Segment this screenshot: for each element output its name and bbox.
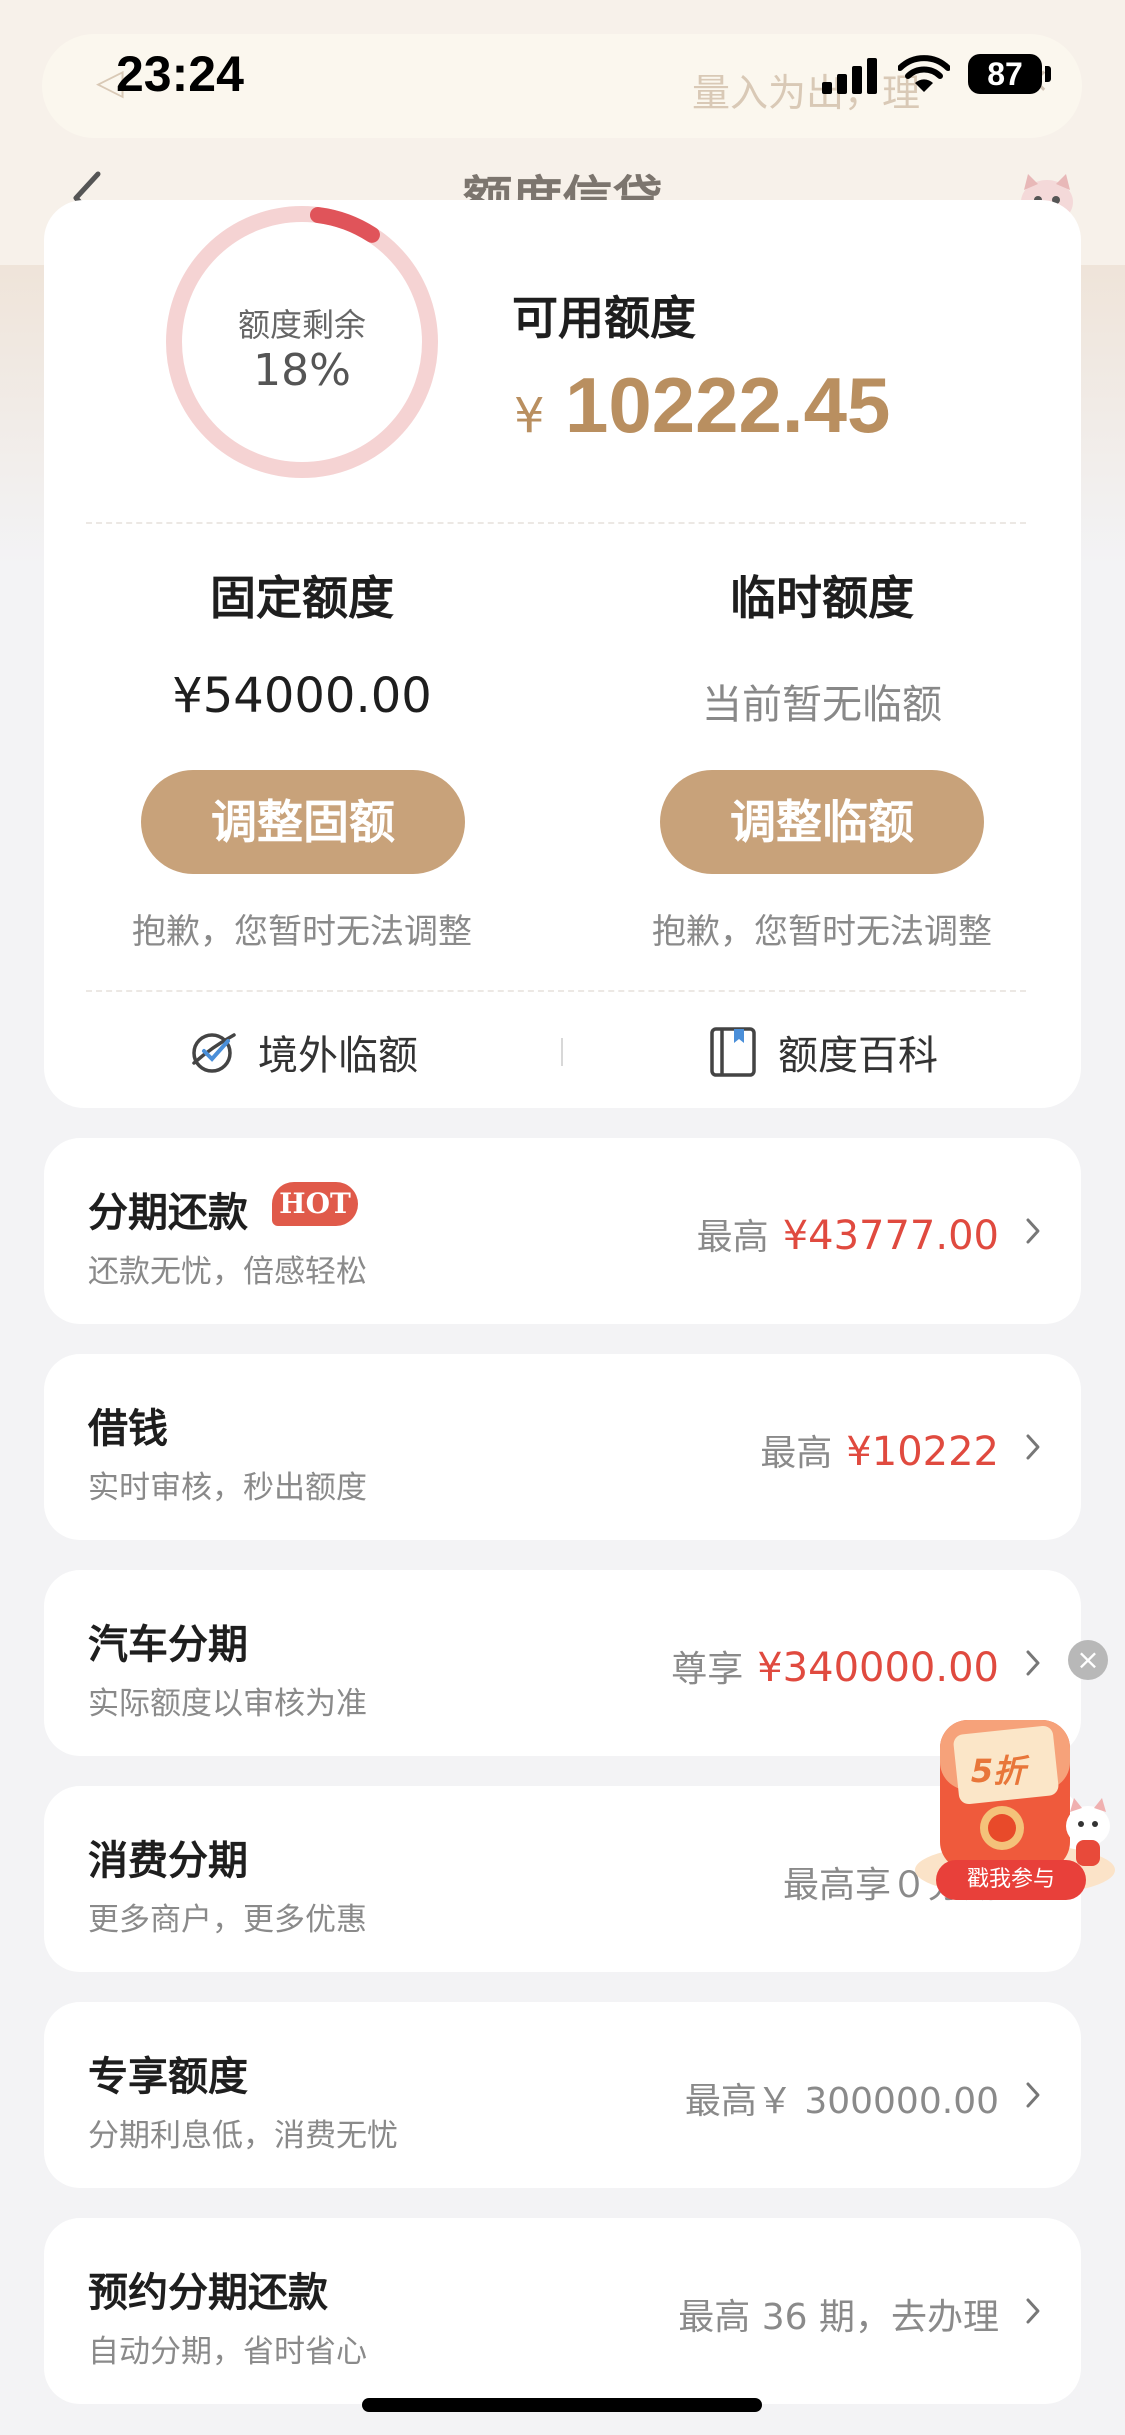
limit-amount: ¥10222 xyxy=(846,1429,999,1475)
book-icon xyxy=(710,1027,756,1077)
list-item-right: 最高 36 期，去办理 xyxy=(678,2297,999,2338)
battery-tip xyxy=(1045,66,1051,82)
list-item-right: 最高￥ 300000.00 xyxy=(684,2081,999,2122)
signal-icon xyxy=(822,58,878,94)
list-item-title: 预约分期还款 xyxy=(88,2270,328,2316)
promo-join-button[interactable]: 戳我参与 xyxy=(936,1860,1086,1900)
limit-prefix: 最高 xyxy=(760,1433,833,1474)
list-item-subtitle: 分期利息低，消费无忧 xyxy=(88,2118,398,2154)
fixed-adjust-note: 抱歉，您暂时无法调整 xyxy=(132,912,472,952)
list-item-subtitle: 自动分期，省时省心 xyxy=(88,2334,367,2370)
chevron-right-icon xyxy=(1026,1218,1040,1244)
list-item-right: 最高 ¥10222 xyxy=(760,1424,999,1476)
chevron-right-icon xyxy=(1026,2082,1040,2108)
credit-encyclopedia-label: 额度百科 xyxy=(778,1033,938,1079)
limit-prefix: 尊享 xyxy=(671,1649,744,1690)
list-item-subtitle: 实时审核，秒出额度 xyxy=(88,1470,367,1506)
adjust-fixed-button[interactable]: 调整固额 xyxy=(141,770,465,874)
list-item-exclusive-limit[interactable]: 专享额度 分期利息低，消费无忧 最高￥ 300000.00 xyxy=(44,2002,1081,2188)
globe-plane-icon xyxy=(192,1033,236,1073)
available-currency: ¥ xyxy=(514,388,545,444)
list-item-subtitle: 还款无忧，倍感轻松 xyxy=(88,1254,367,1290)
list-item-title: 汽车分期 xyxy=(88,1622,248,1668)
limit-amount: ¥340000.00 xyxy=(757,1645,999,1691)
chevron-right-icon xyxy=(1026,2298,1040,2324)
status-bar: ◁ 量入为出，理 ⨯ 23:24 87 xyxy=(0,0,1125,138)
adjust-temp-button[interactable]: 调整临额 xyxy=(660,770,984,874)
list-item-right: 尊享 ¥340000.00 xyxy=(671,1640,999,1692)
fixed-limit-title: 固定额度 xyxy=(210,571,394,625)
status-time: 23:24 xyxy=(116,46,244,102)
chevron-right-icon xyxy=(1026,1650,1040,1676)
limit-amount: ¥43777.00 xyxy=(782,1213,999,1259)
divider xyxy=(86,990,1026,992)
quick-links-separator xyxy=(561,1038,563,1066)
temp-adjust-note: 抱歉，您暂时无法调整 xyxy=(652,912,992,952)
promo-close-button[interactable]: × xyxy=(1068,1640,1108,1680)
available-label: 可用额度 xyxy=(512,291,696,345)
list-item-title: 消费分期 xyxy=(88,1838,248,1884)
overseas-temp-limit-link[interactable]: 境外临额 xyxy=(188,1022,418,1082)
list-item-subtitle: 更多商户，更多优惠 xyxy=(88,1902,367,1938)
list-item-title: 借钱 xyxy=(88,1406,168,1452)
limit-prefix: 最高 xyxy=(696,1217,769,1258)
svg-text:5折: 5折 xyxy=(971,1752,1030,1790)
list-item-installment-repayment[interactable]: 分期还款 HOT 还款无忧，倍感轻松 最高 ¥43777.00 xyxy=(44,1138,1081,1324)
divider xyxy=(86,522,1026,524)
home-indicator[interactable] xyxy=(362,2398,762,2412)
wifi-icon xyxy=(898,55,950,92)
list-item-title: 专享额度 xyxy=(88,2054,248,2100)
ring-label: 额度剩余 xyxy=(237,306,366,344)
fixed-limit-value: ¥54000.00 xyxy=(172,668,432,724)
battery-indicator: 87 xyxy=(968,54,1042,94)
hot-badge: HOT xyxy=(272,1182,358,1226)
temp-limit-title: 临时额度 xyxy=(730,571,914,625)
overseas-temp-limit-label: 境外临额 xyxy=(258,1033,418,1079)
list-item-borrow[interactable]: 借钱 实时审核，秒出额度 最高 ¥10222 xyxy=(44,1354,1081,1540)
temp-limit-value: 当前暂无临额 xyxy=(702,682,942,728)
notice-text: 量入为出，理 xyxy=(692,71,921,115)
list-item-scheduled-installment[interactable]: 预约分期还款 自动分期，省时省心 最高 36 期，去办理 xyxy=(44,2218,1081,2404)
list-item-title: 分期还款 xyxy=(88,1190,248,1236)
credit-encyclopedia-link[interactable]: 额度百科 xyxy=(708,1022,938,1082)
list-item-subtitle: 实际额度以审核为准 xyxy=(88,1686,367,1722)
chevron-right-icon xyxy=(1026,1434,1040,1460)
list-item-right: 最高 ¥43777.00 xyxy=(697,1208,999,1260)
ring-percent: 18% xyxy=(253,345,351,396)
available-amount: 10222.45 xyxy=(565,361,891,449)
